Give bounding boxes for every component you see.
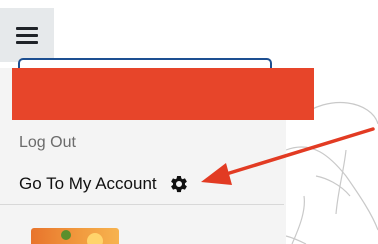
menu-divider bbox=[0, 204, 284, 205]
hamburger-menu-icon bbox=[16, 27, 38, 44]
hamburger-menu-button[interactable] bbox=[0, 8, 54, 62]
promo-thumbnail[interactable] bbox=[31, 228, 119, 244]
go-to-my-account-link[interactable]: Go To My Account bbox=[19, 173, 157, 195]
sun-graphic bbox=[87, 233, 103, 244]
gear-icon[interactable] bbox=[169, 174, 189, 194]
top-bar bbox=[0, 0, 378, 66]
redaction-box bbox=[12, 68, 314, 120]
log-out-link[interactable]: Log Out bbox=[19, 133, 76, 153]
plant-graphic bbox=[61, 230, 71, 240]
